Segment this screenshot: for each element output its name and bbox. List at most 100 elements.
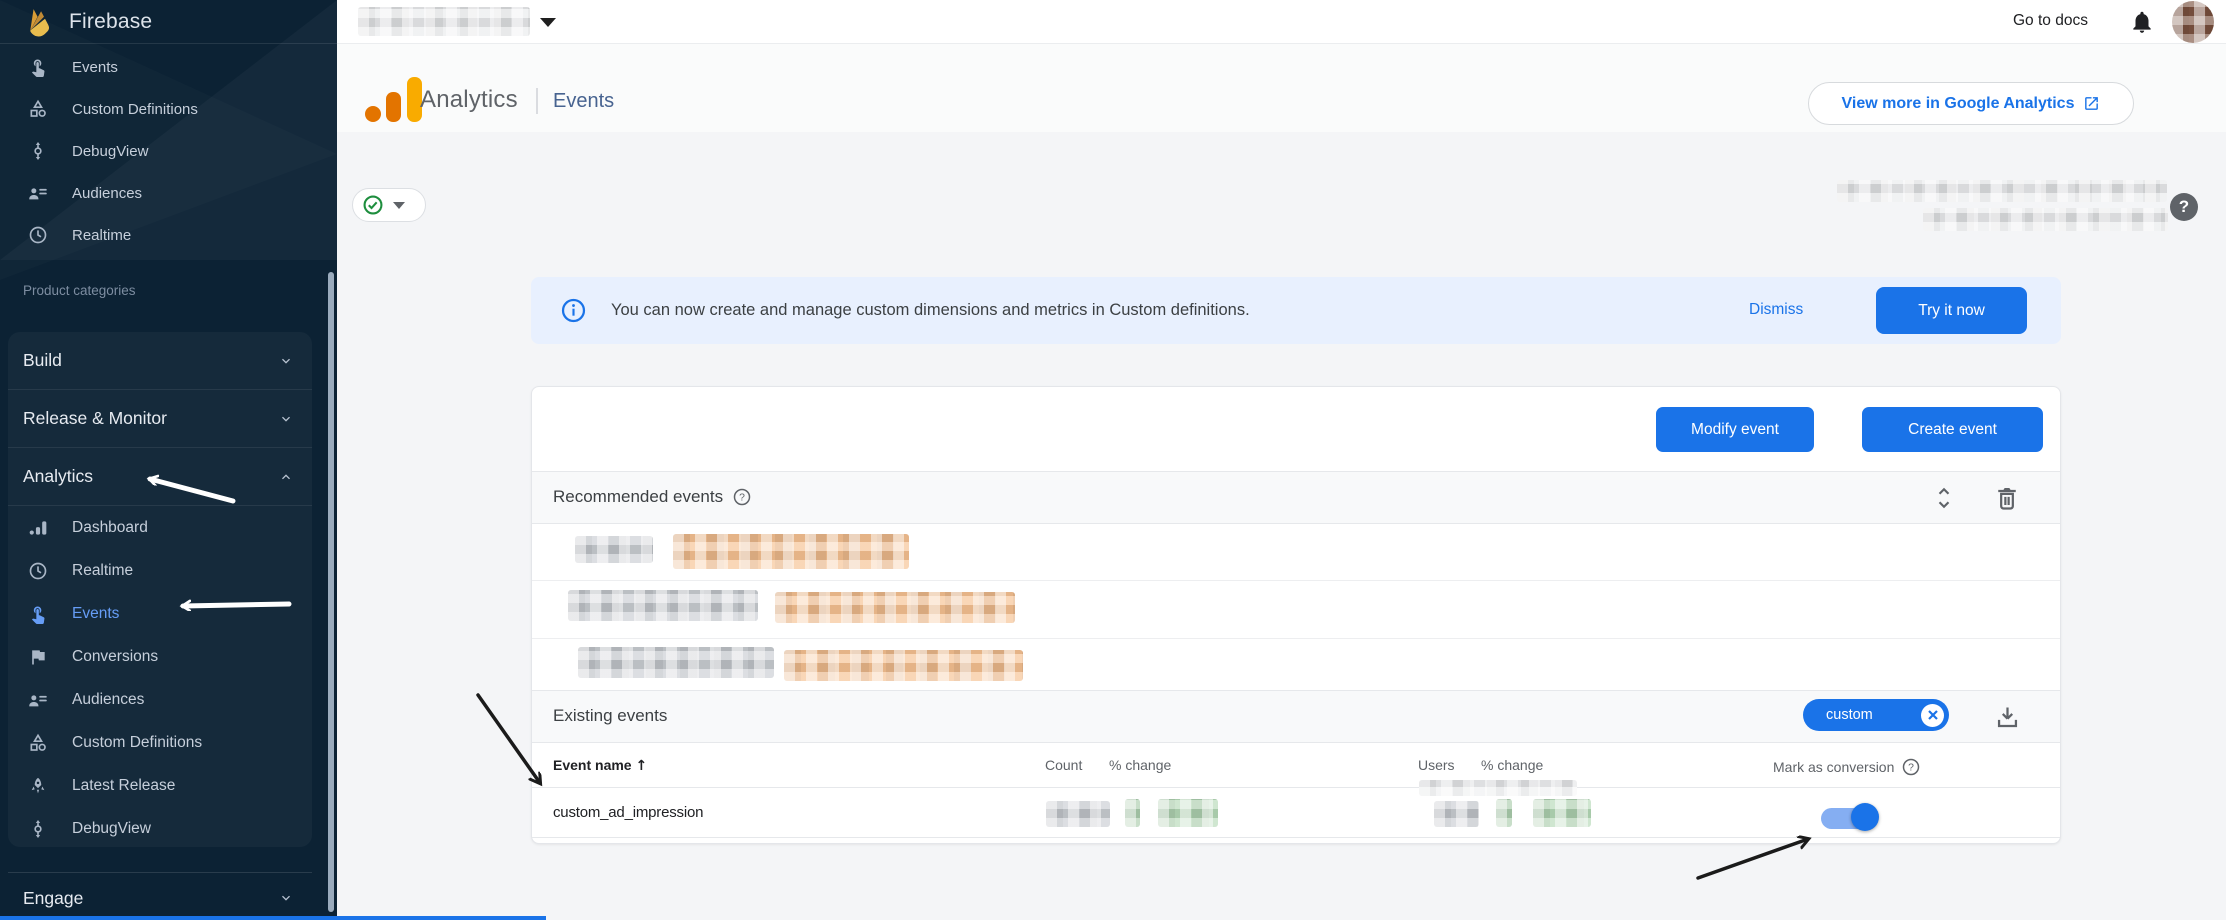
chevron-down-icon [278,411,294,427]
banner-message: You can now create and manage custom dim… [611,301,1250,320]
sidebar-item-latest-release[interactable]: Latest Release [8,764,312,807]
section-label: Build [23,350,62,371]
sidebar-item-label: Audiences [72,185,142,202]
create-event-button[interactable]: Create event [1862,407,2043,452]
redacted-event-name [575,536,653,563]
divider [536,88,538,114]
sidebar-nav: Firebase Events Custom Definitions Debug… [0,0,337,920]
sidebar-item-label: Events [72,59,118,76]
notifications-bell-icon[interactable] [2129,9,2155,35]
section-label: Engage [23,888,83,909]
modify-event-button[interactable]: Modify event [1656,407,1814,452]
section-release-monitor[interactable]: Release & Monitor [8,390,312,448]
filter-chip-custom[interactable]: custom [1803,699,1949,731]
section-label: Release & Monitor [23,408,167,429]
sidebar-item-analytics-audiences[interactable]: Audiences [8,678,312,721]
firebase-console-screen: Firebase Events Custom Definitions Debug… [0,0,2226,920]
try-it-now-button[interactable]: Try it now [1876,287,2027,334]
recommended-events-header: Recommended events ? [532,471,2060,524]
help-icon[interactable]: ? [2170,193,2198,221]
redacted-event-name [578,647,774,678]
redacted-text [1923,208,2168,231]
avatar-redacted [2172,1,2214,43]
view-more-in-ga-button[interactable]: View more in Google Analytics [1808,82,2134,125]
audiences-icon [28,690,48,710]
redacted-change-value [1158,799,1218,827]
sidebar-item-audiences[interactable]: Audiences [0,172,337,214]
debug-icon [28,141,48,161]
sidebar-item-analytics-realtime[interactable]: Realtime [8,549,312,592]
recommended-events-title: Recommended events [553,487,723,507]
column-pct-change-users[interactable]: % change [1481,757,1543,773]
firebase-home-link[interactable]: Firebase [0,0,337,44]
product-categories-label: Product categories [23,283,136,298]
section-build[interactable]: Build [8,332,312,390]
section-label: Analytics [23,466,93,487]
sidebar-item-conversions[interactable]: Conversions [8,635,312,678]
bottom-accent-bar [0,916,546,920]
sidebar-item-realtime[interactable]: Realtime [0,214,337,256]
sort-unfold-icon[interactable] [1930,483,1958,513]
status-filter-dropdown[interactable] [352,188,426,222]
event-row-custom-ad-impression[interactable]: custom_ad_impression [532,788,2060,838]
sidebar-item-dashboard[interactable]: Dashboard [8,506,312,549]
sidebar-item-debugview[interactable]: DebugView [0,130,337,172]
bar-chart-icon [28,518,48,538]
sidebar-item-analytics-debugview[interactable]: DebugView [8,807,312,850]
sidebar-item-custom-definitions[interactable]: Custom Definitions [0,88,337,130]
sidebar-item-label: Dashboard [72,519,148,537]
page-title: Events [553,90,614,113]
arrow-to-conversion-toggle [1698,839,1808,878]
chip-label: custom [1826,707,1873,723]
column-event-name[interactable]: Event name ↑ [553,757,647,774]
sidebar-item-analytics-custom-definitions[interactable]: Custom Definitions [8,721,312,764]
redacted-count [1046,801,1110,827]
redacted-change-indicator [1125,799,1140,827]
existing-events-title: Existing events [553,706,667,726]
clock-icon [28,561,48,581]
chevron-down-icon [278,890,294,906]
sidebar-scrollbar[interactable] [328,272,334,912]
sidebar-item-label: Latest Release [72,777,175,795]
chip-remove-icon[interactable] [1921,704,1944,727]
sidebar-item-analytics-events[interactable]: Events [8,592,312,635]
download-icon[interactable] [1994,702,2021,732]
dismiss-button[interactable]: Dismiss [1749,301,1803,319]
chevron-down-icon [393,202,405,209]
go-to-docs-link[interactable]: Go to docs [2013,12,2088,30]
chevron-down-icon [278,353,294,369]
help-outline-icon[interactable]: ? [1901,757,1921,777]
product-title: Analytics [420,86,518,114]
project-dropdown-caret-icon[interactable] [540,18,556,27]
google-analytics-logo-icon [363,77,425,123]
project-selector-redacted[interactable] [358,7,530,36]
section-engage[interactable]: Engage [8,876,312,920]
existing-events-header: Existing events custom [532,690,2060,743]
recommended-event-row[interactable] [532,580,2060,639]
sidebar-item-label: Realtime [72,562,133,580]
user-avatar[interactable] [2172,1,2214,43]
section-analytics[interactable]: Analytics [8,448,312,506]
help-outline-icon[interactable]: ? [732,487,752,507]
column-users[interactable]: Users [1418,757,1455,773]
recommended-event-row[interactable] [532,524,2060,581]
sidebar-item-label: DebugView [72,820,151,838]
trash-icon[interactable] [1993,483,2021,513]
mark-as-conversion-toggle[interactable] [1819,802,1881,832]
redacted-badge [673,534,909,569]
sidebar-item-label: Events [72,605,119,623]
sidebar-item-label: Audiences [72,691,144,709]
column-count[interactable]: Count [1045,757,1082,773]
touch-icon [28,57,48,77]
column-pct-change[interactable]: % change [1109,757,1171,773]
recommended-event-row[interactable] [532,638,2060,690]
touch-icon [28,604,48,624]
redacted-users [1434,801,1479,827]
divider [8,872,312,873]
sidebar-item-label: Realtime [72,227,131,244]
sidebar-item-label: Custom Definitions [72,101,198,118]
sidebar-item-events[interactable]: Events [0,46,337,88]
debug-icon [28,819,48,839]
sidebar-item-label: Custom Definitions [72,734,202,752]
chevron-up-icon [278,469,294,485]
